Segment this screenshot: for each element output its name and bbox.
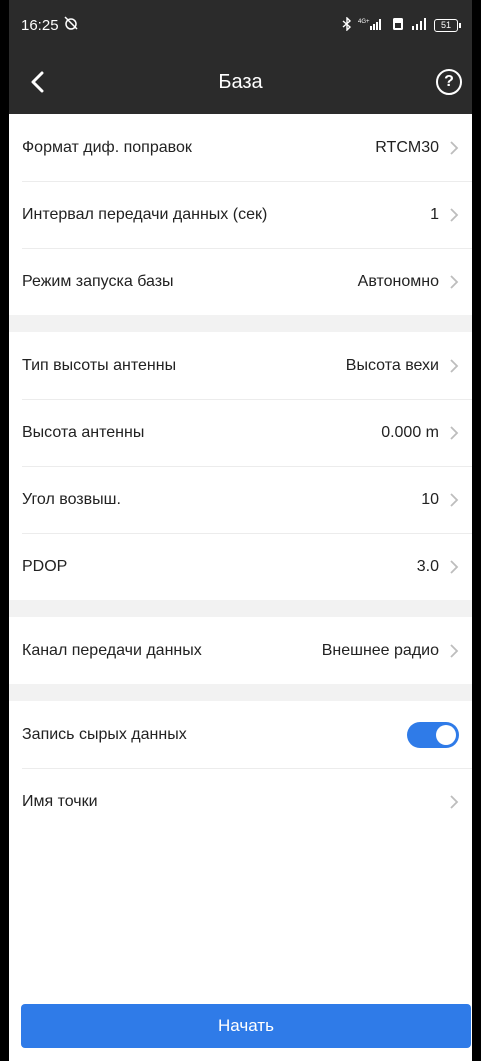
- app-screen: 16:25 4G+ 51 База ? Формат диф. поправок…: [9, 0, 472, 1061]
- app-header: База ?: [9, 50, 472, 114]
- bluetooth-icon: [342, 15, 352, 34]
- row-value: 1: [430, 205, 439, 223]
- status-time: 16:25: [21, 16, 59, 34]
- toggle-knob: [436, 724, 456, 745]
- row-label: Запись сырых данных: [22, 725, 187, 743]
- row-value: 0.000 m: [381, 423, 439, 441]
- chevron-right-icon: [450, 207, 459, 222]
- chevron-right-icon: [450, 358, 459, 373]
- page-title: База: [218, 70, 263, 93]
- base-start-mode-row[interactable]: Режим запуска базы Автономно: [9, 248, 472, 315]
- row-value: Автономно: [357, 272, 439, 290]
- row-label: Режим запуска базы: [22, 272, 174, 290]
- section-divider: [9, 600, 472, 617]
- help-icon[interactable]: ?: [436, 69, 462, 95]
- row-value: Высота вехи: [345, 356, 439, 374]
- sim-icon: [392, 17, 404, 34]
- row-value: RTCM30: [375, 138, 439, 156]
- signal-icon: 4G+: [358, 17, 386, 34]
- row-label: Тип высоты антенны: [22, 356, 177, 374]
- diff-format-row[interactable]: Формат диф. поправок RTCM30: [9, 114, 472, 181]
- row-value: Внешнее радио: [321, 641, 439, 659]
- row-label: PDOP: [22, 557, 68, 575]
- settings-group-1: Формат диф. поправок RTCM30 Интервал пер…: [9, 114, 472, 315]
- chevron-right-icon: [450, 274, 459, 289]
- help-glyph: ?: [444, 73, 454, 90]
- alarm-off-icon: [63, 15, 79, 35]
- antenna-height-type-row[interactable]: Тип высоты антенны Высота вехи: [9, 332, 472, 399]
- raw-data-toggle[interactable]: [407, 721, 459, 748]
- settings-group-2: Тип высоты антенны Высота вехи Высота ан…: [9, 332, 472, 600]
- data-channel-row[interactable]: Канал передачи данных Внешнее радио: [9, 617, 472, 684]
- settings-group-4: Запись сырых данных Имя точки: [9, 701, 472, 835]
- chevron-right-icon: [450, 559, 459, 574]
- back-arrow-icon[interactable]: [21, 64, 53, 100]
- row-value: 3.0: [416, 557, 439, 575]
- chevron-right-icon: [450, 643, 459, 658]
- point-name-row[interactable]: Имя точки: [9, 768, 472, 835]
- chevron-right-icon: [450, 492, 459, 507]
- row-label: Канал передачи данных: [22, 641, 202, 659]
- device-frame: 16:25 4G+ 51 База ? Формат диф. поправок…: [0, 0, 481, 1061]
- row-label: Имя точки: [22, 792, 98, 810]
- chevron-right-icon: [450, 425, 459, 440]
- svg-text:4G+: 4G+: [358, 19, 370, 25]
- row-label: Высота антенны: [22, 423, 145, 441]
- row-label: Угол возвыш.: [22, 490, 121, 508]
- elevation-angle-row[interactable]: Угол возвыш. 10: [9, 466, 472, 533]
- raw-data-record-row: Запись сырых данных: [9, 701, 472, 768]
- start-button[interactable]: Начать: [21, 1004, 471, 1048]
- row-value: 10: [421, 490, 439, 508]
- battery-level: 51: [440, 20, 451, 30]
- antenna-height-row[interactable]: Высота антенны 0.000 m: [9, 399, 472, 466]
- signal-icon-2: [410, 17, 428, 34]
- status-bar: 16:25 4G+ 51: [9, 0, 472, 50]
- section-divider: [9, 315, 472, 332]
- battery-icon: 51: [434, 18, 461, 32]
- transmit-interval-row[interactable]: Интервал передачи данных (сек) 1: [9, 181, 472, 248]
- chevron-right-icon: [450, 140, 459, 155]
- row-label: Интервал передачи данных (сек): [22, 205, 268, 223]
- row-label: Формат диф. поправок: [22, 138, 192, 156]
- pdop-row[interactable]: PDOP 3.0: [9, 533, 472, 600]
- settings-group-3: Канал передачи данных Внешнее радио: [9, 617, 472, 684]
- chevron-right-icon: [450, 794, 459, 809]
- section-divider: [9, 684, 472, 701]
